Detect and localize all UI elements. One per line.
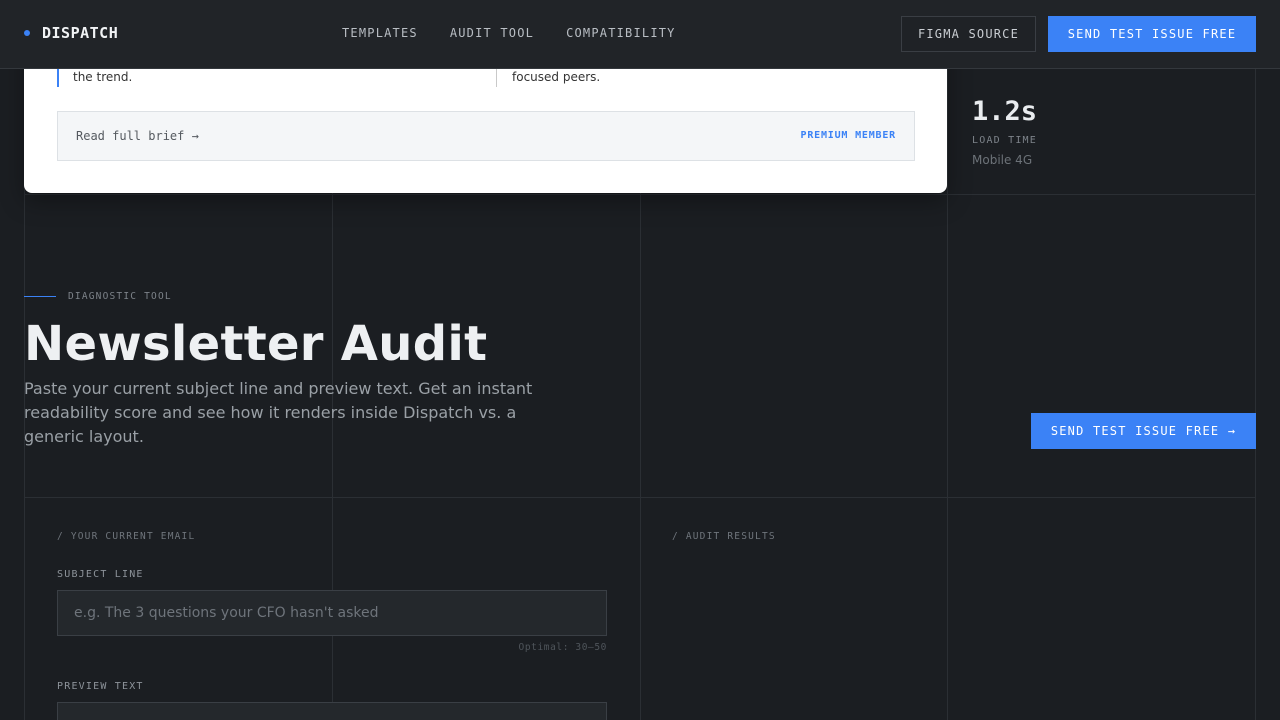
page-title: Newsletter Audit [24, 316, 488, 372]
audit-description: Paste your current subject line and prev… [24, 379, 533, 446]
subject-line-input[interactable] [57, 590, 607, 636]
audit-results-panel-label: / AUDIT RESULTS [672, 531, 776, 542]
brand-logo[interactable]: DISPATCH [24, 24, 118, 42]
preview-text-label: PREVIEW TEXT [57, 681, 144, 692]
load-time-network: Mobile 4G [972, 153, 1033, 167]
top-nav: DISPATCH TEMPLATES AUDIT TOOL COMPATIBIL… [0, 0, 1280, 69]
figma-source-button[interactable]: FIGMA SOURCE [901, 16, 1036, 52]
preview-text-input[interactable] [57, 702, 607, 720]
brief-card-footer: Read full brief → PREMIUM MEMBER [57, 111, 915, 161]
eyebrow-line [24, 296, 56, 297]
grid-line [1255, 69, 1256, 720]
nav-links: TEMPLATES AUDIT TOOL COMPATIBILITY [342, 26, 708, 40]
brief-column-text: focused peers. [496, 69, 600, 87]
nav-link-audit-tool[interactable]: AUDIT TOOL [450, 26, 534, 40]
load-time-label: LOAD TIME [972, 135, 1037, 146]
section-eyebrow: DIAGNOSTIC TOOL [24, 291, 172, 302]
send-test-issue-button[interactable]: SEND TEST ISSUE FREE [1048, 16, 1256, 52]
nav-link-templates[interactable]: TEMPLATES [342, 26, 418, 40]
brief-column-text: the trend. [57, 69, 132, 87]
grid-line [24, 497, 1256, 498]
nav-link-compatibility[interactable]: COMPATIBILITY [566, 26, 676, 40]
audit-send-test-issue-button[interactable]: SEND TEST ISSUE FREE → [1031, 413, 1256, 449]
load-time-value: 1.2s [972, 96, 1038, 127]
current-email-panel-label: / YOUR CURRENT EMAIL [57, 531, 196, 542]
brand-name: DISPATCH [42, 24, 119, 42]
read-full-brief-link[interactable]: Read full brief → [76, 129, 199, 143]
subject-line-label: SUBJECT LINE [57, 569, 144, 580]
grid-line [24, 194, 1256, 195]
brand-dot-icon [24, 30, 30, 36]
grid-line [947, 69, 948, 720]
premium-member-badge: PREMIUM MEMBER [800, 130, 896, 141]
eyebrow-text: DIAGNOSTIC TOOL [68, 291, 172, 302]
subject-length-hint: Optimal: 30–50 [518, 642, 607, 653]
